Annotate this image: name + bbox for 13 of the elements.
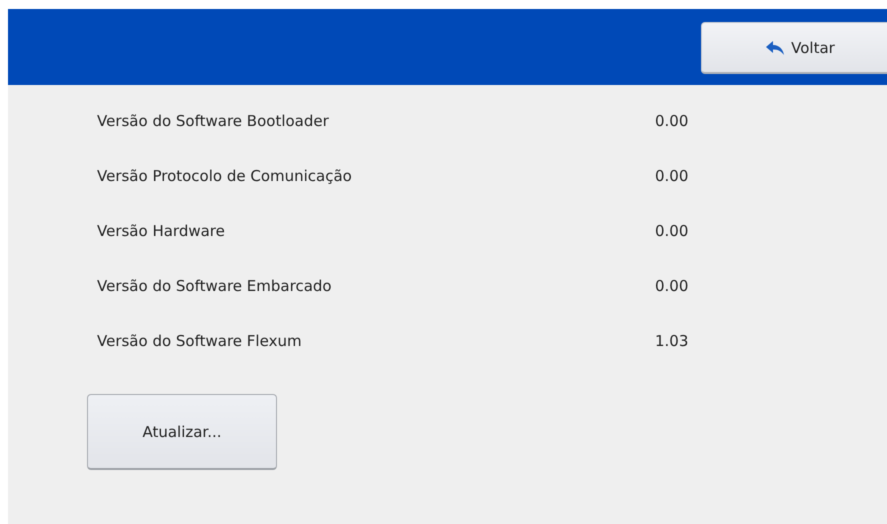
version-value: 0.00 [655,166,688,184]
version-label: Versão Hardware [96,222,226,240]
version-value: 1.03 [655,332,688,350]
version-value: 0.00 [655,112,688,130]
version-label: Versão do Software Bootloader [96,112,330,130]
version-value: 0.00 [655,222,688,240]
version-label: Versão do Software Flexum [96,332,303,350]
version-label: Versão do Software Embarcado [96,276,333,294]
update-button[interactable]: Atualizar... [87,394,277,470]
back-button[interactable]: Voltar [701,22,887,74]
version-label: Versão Protocolo de Comunicação [96,166,353,184]
back-arrow-icon [765,40,786,56]
version-value: 0.00 [655,276,688,294]
